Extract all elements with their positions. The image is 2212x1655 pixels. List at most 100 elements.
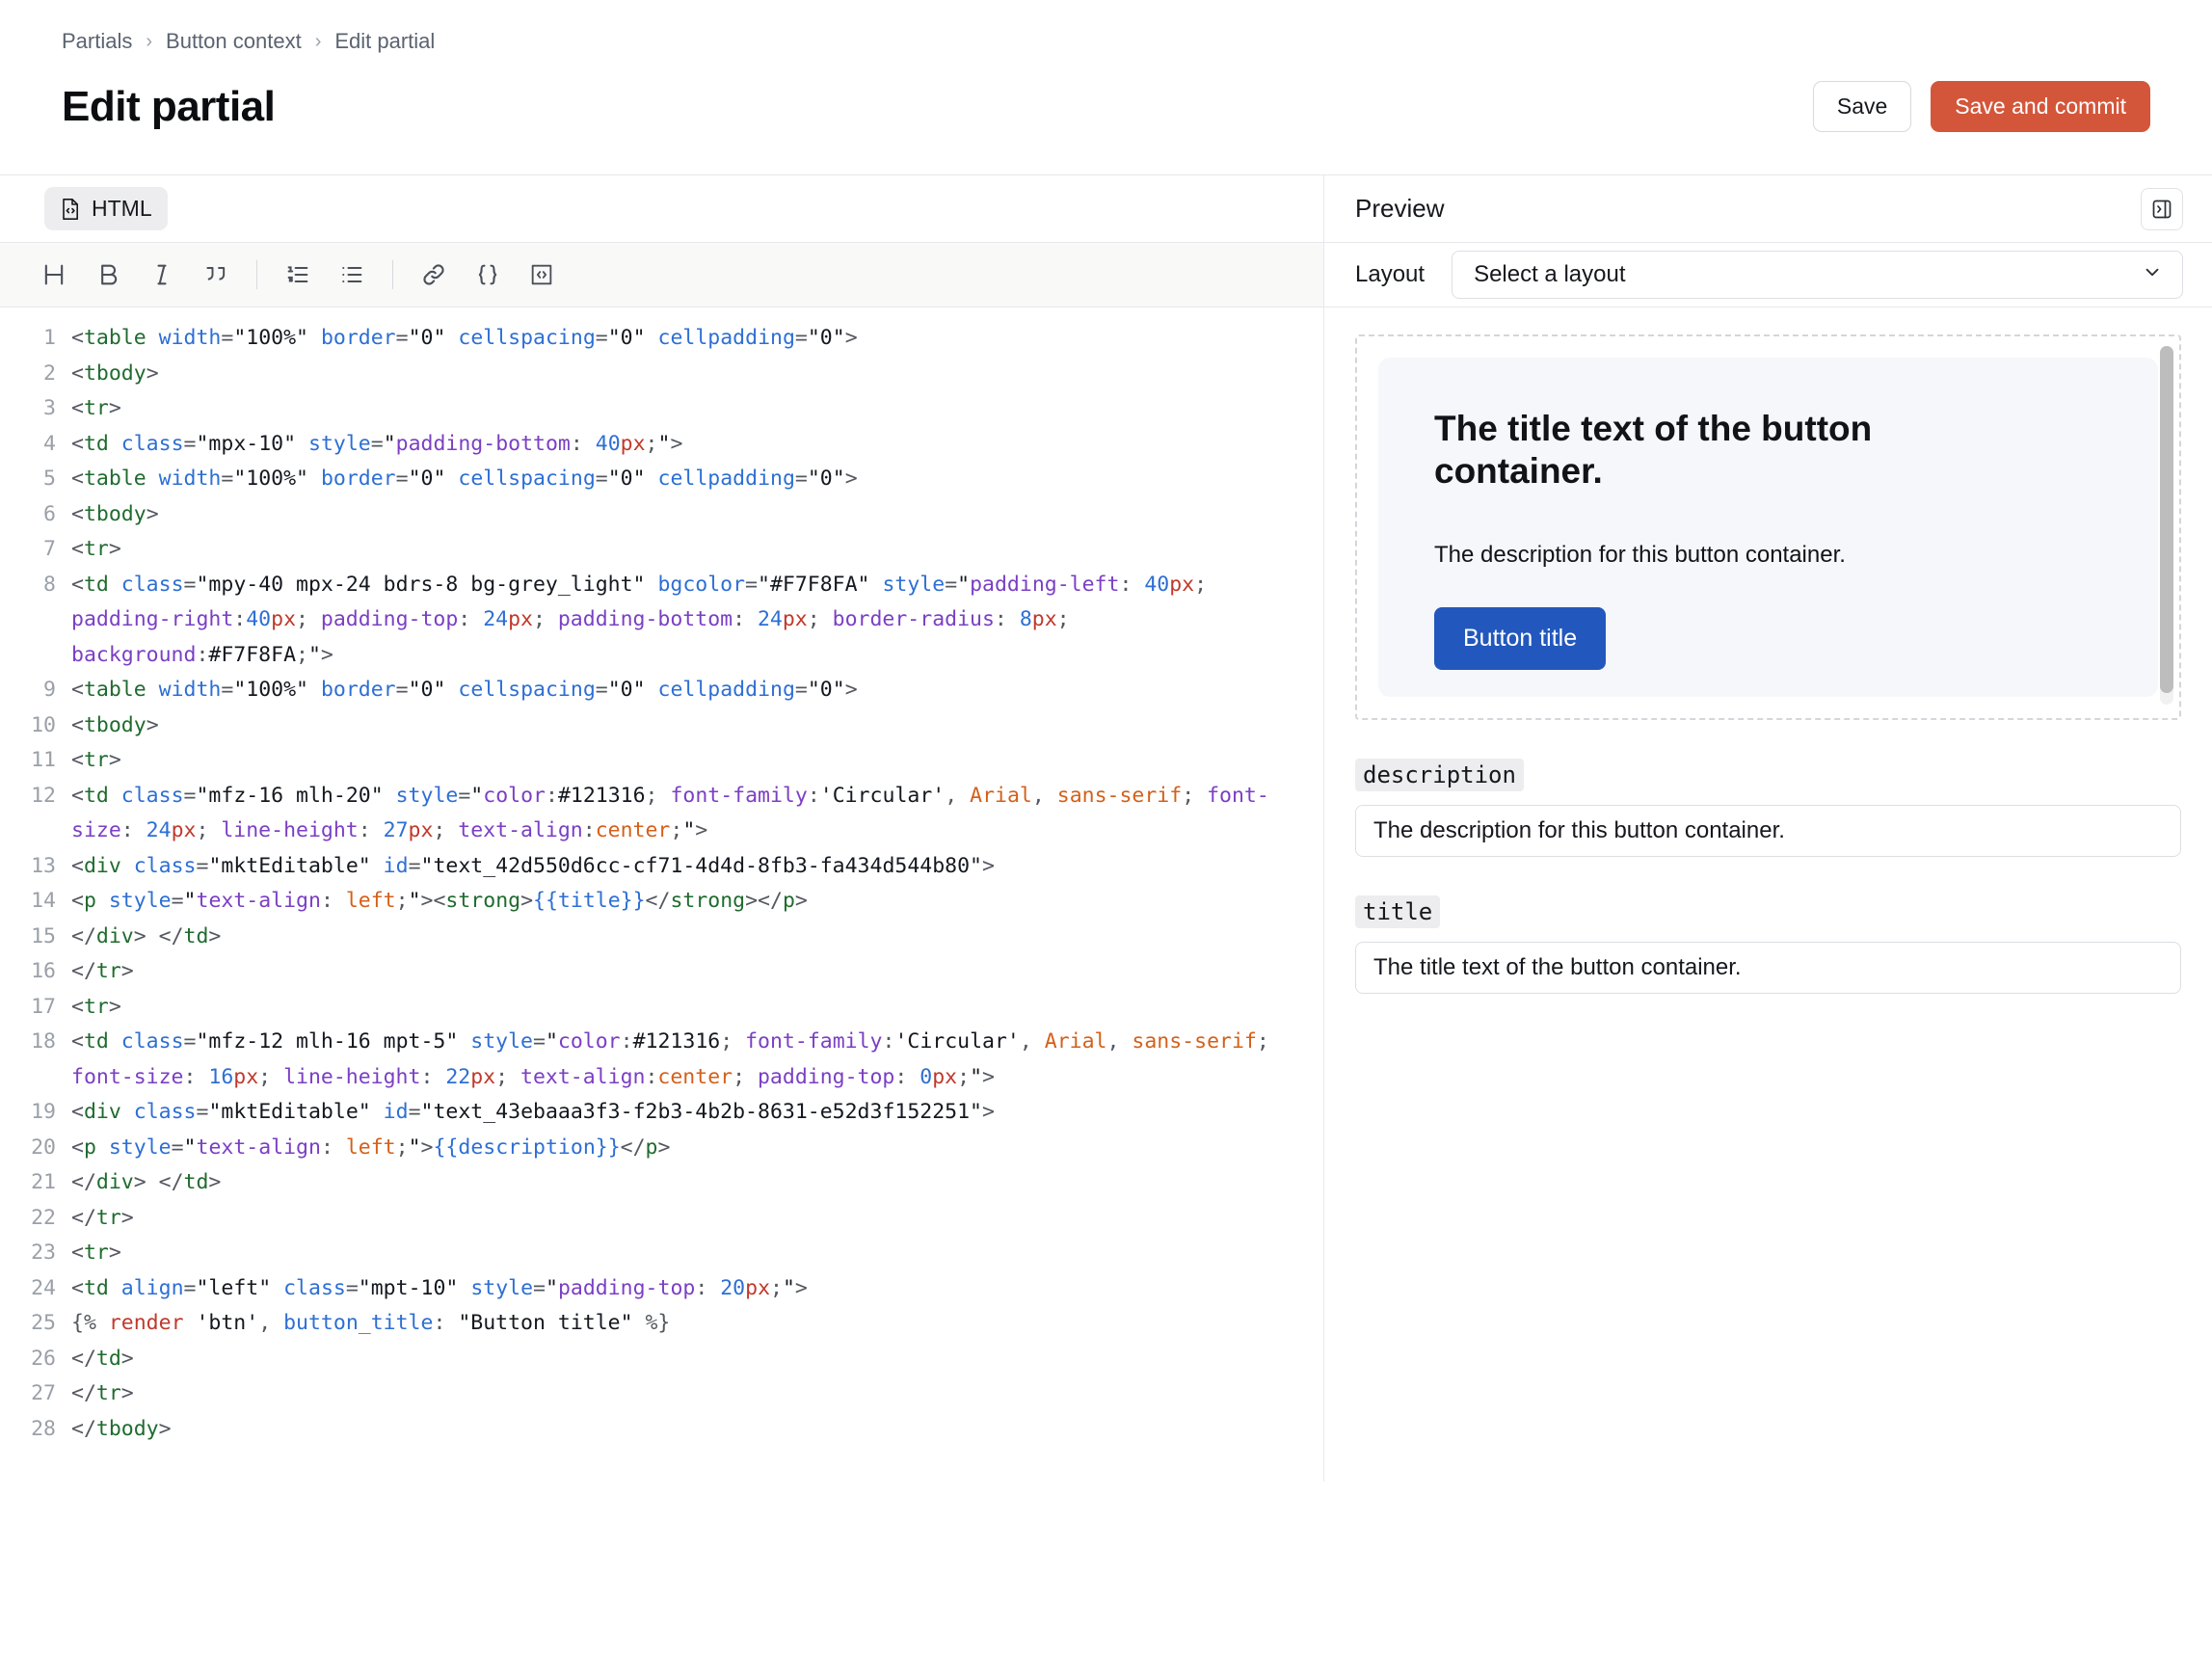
code-line-text: </div> </td> xyxy=(71,1170,222,1194)
editor-tabstrip: HTML xyxy=(0,175,1323,242)
line-number: 14 xyxy=(31,889,56,913)
bold-icon[interactable] xyxy=(81,248,135,302)
code-line[interactable]: 25 {% render 'btn', button_title: "Button… xyxy=(0,1306,1323,1342)
editor-pane: HTML 1 <table width="100%" border="0" ce… xyxy=(0,175,1324,1481)
layout-select-value: Select a layout xyxy=(1474,261,1626,287)
line-number: 6 xyxy=(43,501,56,526)
chevron-right-icon: › xyxy=(146,31,153,52)
code-line[interactable]: 1 <table width="100%" border="0" cellspac… xyxy=(0,321,1323,357)
line-number: 9 xyxy=(43,678,56,702)
preview-card: The title text of the button container. … xyxy=(1378,358,2158,697)
code-line[interactable]: 17 <tr> xyxy=(0,990,1323,1026)
code-line[interactable]: 4 <td class="mpx-10" style="padding-botto… xyxy=(0,427,1323,463)
code-line[interactable]: 27 </tr> xyxy=(0,1376,1323,1412)
preview-frame: The title text of the button container. … xyxy=(1355,334,2181,720)
preview-pane: Preview Layout Select a layout The title xyxy=(1324,175,2212,1481)
code-line-text: <tbody> xyxy=(71,360,159,386)
code-line[interactable]: 19 <div class="mktEditable" id="text_43eb… xyxy=(0,1095,1323,1131)
code-line[interactable]: 5 <table width="100%" border="0" cellspac… xyxy=(0,462,1323,497)
code-line[interactable]: 18 <td class="mfz-12 mlh-16 mpt-5" style=… xyxy=(0,1025,1323,1095)
quote-icon[interactable] xyxy=(189,248,243,302)
code-line[interactable]: 14 <p style="text-align: left;"><strong>{… xyxy=(0,884,1323,920)
line-number: 5 xyxy=(43,467,56,491)
code-line[interactable]: 28 </tbody> xyxy=(0,1412,1323,1448)
line-number: 4 xyxy=(43,431,56,456)
code-line[interactable]: 11 <tr> xyxy=(0,743,1323,779)
description-input[interactable]: The description for this button containe… xyxy=(1355,805,2181,857)
code-line-text: <p style="text-align: left;">{{descripti… xyxy=(71,1134,671,1160)
code-line[interactable]: 15 </div> </td> xyxy=(0,920,1323,955)
code-line-text: <tr> xyxy=(71,537,121,561)
breadcrumb: Partials › Button context › Edit partial xyxy=(62,31,2150,52)
code-line[interactable]: 10 <tbody> xyxy=(0,708,1323,744)
tab-html[interactable]: HTML xyxy=(44,187,168,230)
line-number: 11 xyxy=(31,748,56,772)
code-line[interactable]: 24 <td align="left" class="mpt-10" style=… xyxy=(0,1271,1323,1307)
title-input[interactable]: The title text of the button container. xyxy=(1355,942,2181,994)
bullet-list-icon[interactable] xyxy=(325,248,379,302)
line-number: 3 xyxy=(43,396,56,420)
title-row: Edit partial Save Save and commit xyxy=(62,81,2150,163)
line-number: 1 xyxy=(43,326,56,350)
code-line-text: <tbody> xyxy=(71,712,159,737)
code-line-text: <td align="left" class="mpt-10" style="p… xyxy=(71,1275,808,1300)
code-line[interactable]: 3 <tr> xyxy=(0,391,1323,427)
line-number: 24 xyxy=(31,1275,56,1300)
line-number: 26 xyxy=(31,1346,56,1371)
field-label-description: description xyxy=(1355,759,1524,791)
preview-title: Preview xyxy=(1355,194,1445,223)
line-number: 2 xyxy=(43,360,56,386)
breadcrumb-item-partials[interactable]: Partials xyxy=(62,31,132,52)
heading-icon[interactable] xyxy=(27,248,81,302)
code-line[interactable]: 20 <p style="text-align: left;">{{descrip… xyxy=(0,1131,1323,1166)
preview-card-button[interactable]: Button title xyxy=(1434,607,1607,671)
line-number: 28 xyxy=(31,1416,56,1441)
code-line[interactable]: 8 <td class="mpy-40 mpx-24 bdrs-8 bg-grey… xyxy=(0,568,1323,674)
breadcrumb-item-edit-partial[interactable]: Edit partial xyxy=(334,31,435,52)
code-line-text: </tr> xyxy=(71,959,134,983)
preview-header: Preview xyxy=(1324,175,2212,242)
code-line[interactable]: 26 </td> xyxy=(0,1342,1323,1377)
code-line[interactable]: 23 <tr> xyxy=(0,1236,1323,1271)
code-line[interactable]: 21 </div> </td> xyxy=(0,1165,1323,1201)
code-line-text: <table width="100%" border="0" cellspaci… xyxy=(71,678,858,702)
line-number: 19 xyxy=(31,1100,56,1124)
line-number: 27 xyxy=(31,1381,56,1405)
line-number: 20 xyxy=(31,1134,56,1160)
ordered-list-icon[interactable] xyxy=(271,248,325,302)
code-line-text: <tr> xyxy=(71,994,121,1019)
breadcrumb-item-button-context[interactable]: Button context xyxy=(166,31,302,52)
line-number: 17 xyxy=(31,994,56,1019)
code-line[interactable]: 6 <tbody> xyxy=(0,497,1323,533)
link-icon[interactable] xyxy=(407,248,461,302)
collapse-panel-icon[interactable] xyxy=(2141,187,2183,230)
code-line-text: <table width="100%" border="0" cellspaci… xyxy=(71,326,858,350)
field-title: title The title text of the button conta… xyxy=(1324,895,2212,994)
preview-card-title: The title text of the button container. xyxy=(1434,409,1873,491)
braces-icon[interactable] xyxy=(461,248,515,302)
field-label-title: title xyxy=(1355,895,1441,928)
code-line[interactable]: 2 <tbody> xyxy=(0,357,1323,392)
save-and-commit-button[interactable]: Save and commit xyxy=(1931,81,2150,133)
chevron-right-icon: › xyxy=(314,31,322,52)
field-description: description The description for this but… xyxy=(1324,759,2212,857)
save-button[interactable]: Save xyxy=(1812,81,1912,133)
layout-select[interactable]: Select a layout xyxy=(1452,251,2183,299)
code-line-text: <div class="mktEditable" id="text_42d550… xyxy=(71,853,995,878)
line-number: 16 xyxy=(31,959,56,983)
code-line[interactable]: 12 <td class="mfz-16 mlh-20" style="color… xyxy=(0,779,1323,849)
code-editor[interactable]: 1 <table width="100%" border="0" cellspac… xyxy=(0,307,1323,1481)
line-number: 25 xyxy=(31,1311,56,1335)
code-line[interactable]: 13 <div class="mktEditable" id="text_42d5… xyxy=(0,849,1323,885)
line-number: 8 xyxy=(43,572,56,597)
code-line[interactable]: 7 <tr> xyxy=(0,532,1323,568)
code-line[interactable]: 16 </tr> xyxy=(0,954,1323,990)
preview-scrollbar[interactable] xyxy=(2160,346,2173,705)
code-line[interactable]: 9 <table width="100%" border="0" cellspac… xyxy=(0,673,1323,708)
tab-html-label: HTML xyxy=(92,196,152,221)
code-block-icon[interactable] xyxy=(515,248,569,302)
code-line[interactable]: 22 </tr> xyxy=(0,1201,1323,1237)
html-file-icon xyxy=(60,198,81,221)
italic-icon[interactable] xyxy=(135,248,189,302)
main-split: HTML 1 <table width="100%" border="0" ce… xyxy=(0,174,2212,1655)
